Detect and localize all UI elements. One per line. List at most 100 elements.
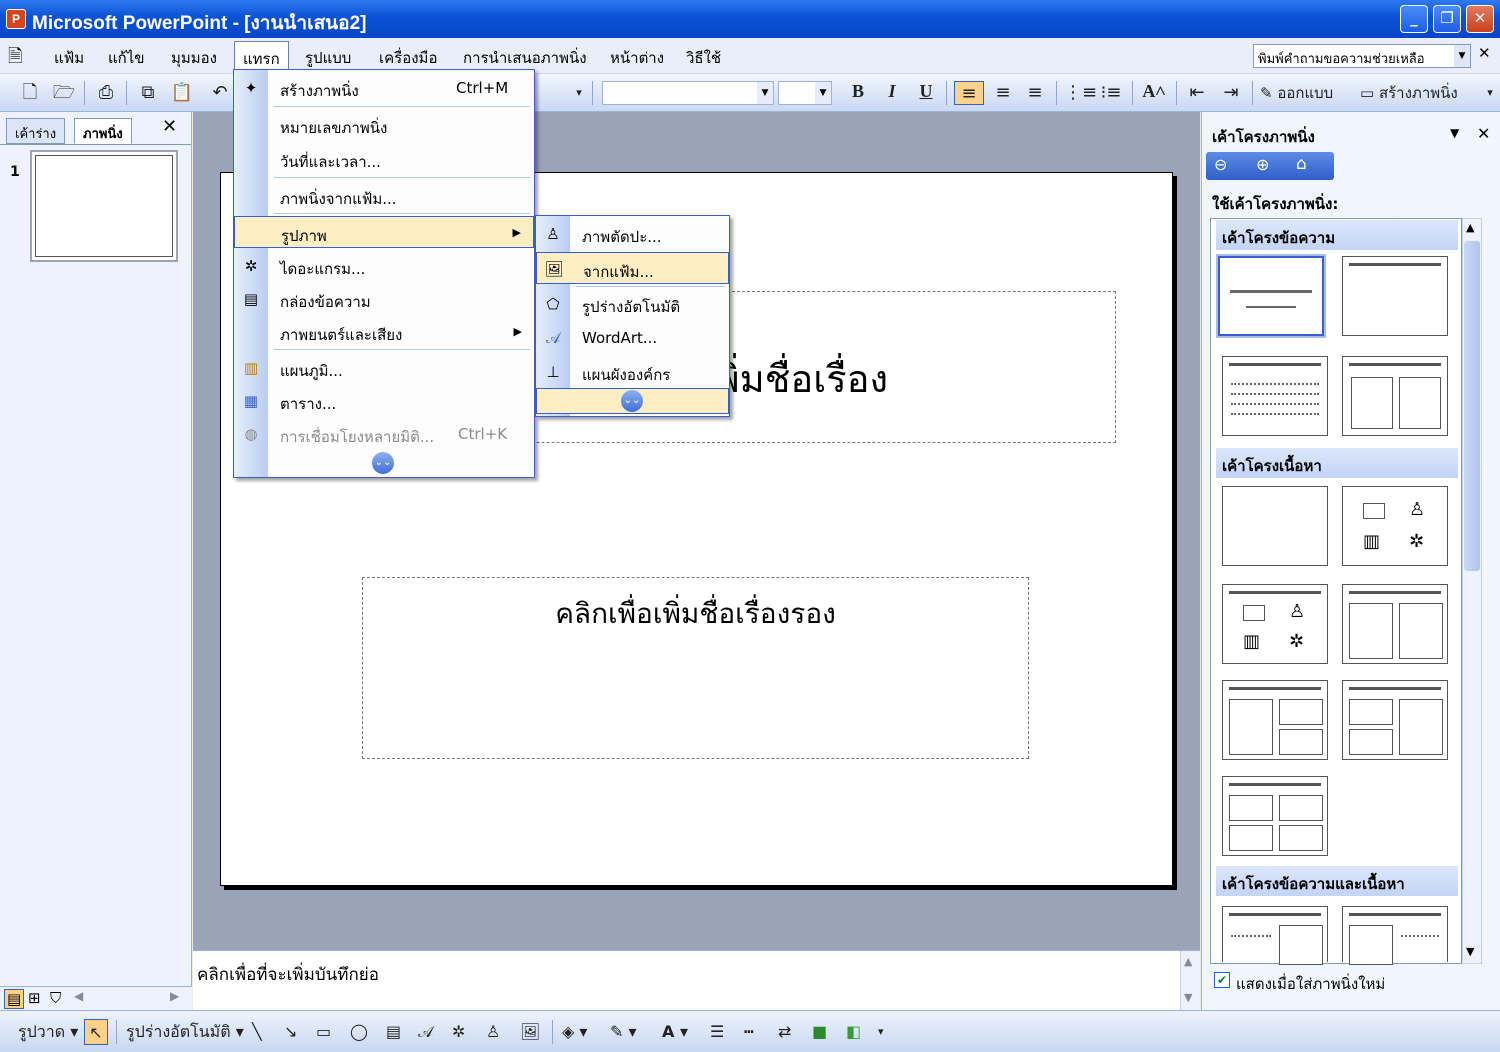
layout-title-and-2-content[interactable] <box>1342 584 1448 664</box>
fill-color-icon[interactable]: ◈ ▾ <box>562 1019 587 1045</box>
menu-item-hyperlink[interactable]: ◍ การเชื่อมโยงหลายมิติ... Ctrl+K <box>234 418 534 450</box>
bullets-icon[interactable]: ⁝≡ <box>1098 81 1124 105</box>
show-on-insert-checkbox[interactable]: ✔ <box>1214 972 1230 988</box>
text-box-icon[interactable]: ▤ <box>386 1019 401 1045</box>
increase-indent-icon[interactable]: ⇥ <box>1218 81 1244 105</box>
line-icon[interactable]: ╲ <box>252 1019 262 1045</box>
increase-font-size-icon[interactable]: A˄ <box>1140 81 1168 105</box>
chevron-down-icon[interactable]: ▼ <box>1454 45 1470 67</box>
menu-item-organization-chart[interactable]: ⊥ แผนผังองค์กร <box>536 356 729 388</box>
layout-title-and-4-content[interactable] <box>1222 776 1328 856</box>
font-color-icon[interactable]: A ▾ <box>662 1019 688 1045</box>
home-icon[interactable]: ⌂ <box>1296 154 1307 174</box>
layout-title-and-text[interactable] <box>1222 356 1328 436</box>
paste-icon[interactable]: 📋 <box>170 81 194 105</box>
font-size-combo[interactable]: ▼ <box>778 81 832 105</box>
align-left-icon[interactable]: ≡ <box>954 81 984 105</box>
menu-tools[interactable]: เครื่องมือ <box>379 46 437 70</box>
italic-button[interactable]: I <box>880 81 904 105</box>
close-icon[interactable]: ✕ <box>1477 124 1490 143</box>
help-search-input[interactable]: พิมพ์คำถามขอความช่วยเหลือ ▼ <box>1253 44 1471 68</box>
menu-item-picture[interactable]: รูปภาพ ▶ <box>234 216 534 248</box>
menu-item-clip-art[interactable]: ♙ ภาพตัดปะ... <box>536 218 729 250</box>
autoshapes-menu-button[interactable]: รูปร่างอัตโนมัติ ▾ <box>126 1019 244 1045</box>
layout-content[interactable]: ♙ ▥ ✲ <box>1342 486 1448 566</box>
restore-button[interactable]: ❐ <box>1433 5 1461 33</box>
new-slide-button[interactable]: ▭ สร้างภาพนิ่ง <box>1360 81 1458 105</box>
menu-item-table[interactable]: ▦ ตาราง... <box>234 385 534 417</box>
menu-item-slide-number[interactable]: หมายเลขภาพนิ่ง <box>234 109 534 141</box>
menu-edit[interactable]: แก้ไข <box>108 46 145 70</box>
arrow-style-icon[interactable]: ⇄ <box>778 1019 791 1045</box>
expand-submenu-row[interactable]: ⌄⌄ <box>536 388 729 414</box>
menu-item-diagram[interactable]: ✲ ไดอะแกรม... <box>234 250 534 282</box>
slide-sorter-icon[interactable]: ⊞ <box>28 989 41 1007</box>
powerpoint-icon[interactable]: P <box>6 9 26 29</box>
scroll-down-icon[interactable]: ▼ <box>1184 991 1192 1004</box>
document-icon[interactable]: 🗎 <box>8 44 22 74</box>
line-color-icon[interactable]: ✎ ▾ <box>610 1019 637 1045</box>
decrease-indent-icon[interactable]: ⇤ <box>1184 81 1210 105</box>
menu-view[interactable]: มุมมอง <box>171 46 217 70</box>
layout-title-only[interactable] <box>1342 256 1448 336</box>
menu-item-date-and-time[interactable]: วันที่และเวลา... <box>234 143 534 175</box>
draw-menu-button[interactable]: รูปวาด ▾ <box>18 1019 78 1045</box>
scroll-right-icon[interactable]: ▶ <box>170 989 179 1003</box>
scroll-left-icon[interactable]: ◀ <box>74 989 83 1003</box>
scroll-down-icon[interactable]: ▼ <box>1466 945 1474 958</box>
menu-item-new-slide[interactable]: ✦ สร้างภาพนิ่ง Ctrl+M <box>234 72 534 104</box>
menu-item-text-box[interactable]: ▤ กล่องข้อความ <box>234 283 534 315</box>
tab-slides[interactable]: ภาพนิ่ง <box>74 118 132 144</box>
menu-slide-show[interactable]: การนำเสนอภาพนิ่ง <box>463 46 587 70</box>
scrollbar-thumb[interactable] <box>1464 241 1480 571</box>
close-document-icon[interactable]: ✕ <box>1478 44 1491 62</box>
slide-show-icon[interactable]: ⛉ <box>50 989 61 1007</box>
layout-blank[interactable] <box>1222 486 1328 566</box>
arrow-icon[interactable]: ↘ <box>284 1019 297 1045</box>
layout-title-content-2-content[interactable] <box>1222 680 1328 760</box>
shadow-style-icon[interactable]: ■ <box>812 1019 827 1045</box>
toolbar-options-icon[interactable]: ▾ <box>572 81 586 105</box>
underline-button[interactable]: U <box>914 81 938 105</box>
subtitle-placeholder[interactable]: คลิกเพื่อเพิ่มชื่อเรื่องรอง <box>362 577 1029 759</box>
align-right-icon[interactable]: ≡ <box>1022 81 1048 105</box>
layout-title-2-content-content[interactable] <box>1342 680 1448 760</box>
menu-format[interactable]: รูปแบบ <box>305 46 351 70</box>
bold-button[interactable]: B <box>846 81 870 105</box>
align-center-icon[interactable]: ≡ <box>990 81 1016 105</box>
menu-window[interactable]: หน้าต่าง <box>610 46 664 70</box>
oval-icon[interactable]: ◯ <box>350 1019 368 1045</box>
close-icon[interactable]: ✕ <box>162 116 177 137</box>
layout-two-column-text[interactable] <box>1342 356 1448 436</box>
3d-style-icon[interactable]: ◧ <box>846 1019 861 1045</box>
font-name-combo[interactable]: ▼ <box>602 81 774 105</box>
insert-picture-icon[interactable]: 🖼 <box>520 1019 540 1045</box>
print-icon[interactable]: ⎙ <box>94 81 118 105</box>
copy-icon[interactable]: ⧉ <box>136 81 160 105</box>
close-button[interactable]: ✕ <box>1466 5 1494 33</box>
menu-file[interactable]: แฟ้ม <box>54 46 84 70</box>
menu-item-wordart[interactable]: 𝒜 WordArt... <box>536 322 729 354</box>
minimize-button[interactable]: _ <box>1400 5 1428 33</box>
menu-item-chart[interactable]: ▥ แผนภูมิ... <box>234 352 534 384</box>
expand-menu-icon[interactable]: ⌄⌄ <box>621 390 643 412</box>
diagram-icon[interactable]: ✲ <box>452 1019 465 1045</box>
task-pane-scrollbar[interactable]: ▲ ▼ <box>1462 218 1482 964</box>
undo-icon[interactable]: ↶ <box>210 81 230 105</box>
chevron-down-icon[interactable]: ▼ <box>1450 126 1459 140</box>
menu-item-from-file[interactable]: 🖼 จากแฟ้ม... <box>536 252 729 284</box>
toolbar-options-icon[interactable]: ▾ <box>878 1019 884 1045</box>
slide-thumbnail[interactable] <box>30 150 178 262</box>
wordart-icon[interactable]: 𝒜 <box>418 1019 433 1045</box>
layout-title-slide[interactable] <box>1216 254 1326 338</box>
scroll-up-icon[interactable]: ▲ <box>1466 221 1474 234</box>
open-icon[interactable]: 🗁 <box>52 81 76 105</box>
forward-icon[interactable]: ⊕ <box>1256 155 1269 174</box>
menu-help[interactable]: วิธีใช้ <box>686 46 721 70</box>
chevron-down-icon[interactable]: ▼ <box>815 82 831 104</box>
numbering-icon[interactable]: ⋮≡ <box>1064 81 1097 105</box>
rectangle-icon[interactable]: ▭ <box>316 1019 331 1045</box>
menu-item-movies-and-sounds[interactable]: ภาพยนตร์และเสียง ▶ <box>234 316 534 348</box>
layout-title-content-and-text[interactable] <box>1342 906 1448 965</box>
chevron-down-icon[interactable]: ▼ <box>757 82 773 104</box>
